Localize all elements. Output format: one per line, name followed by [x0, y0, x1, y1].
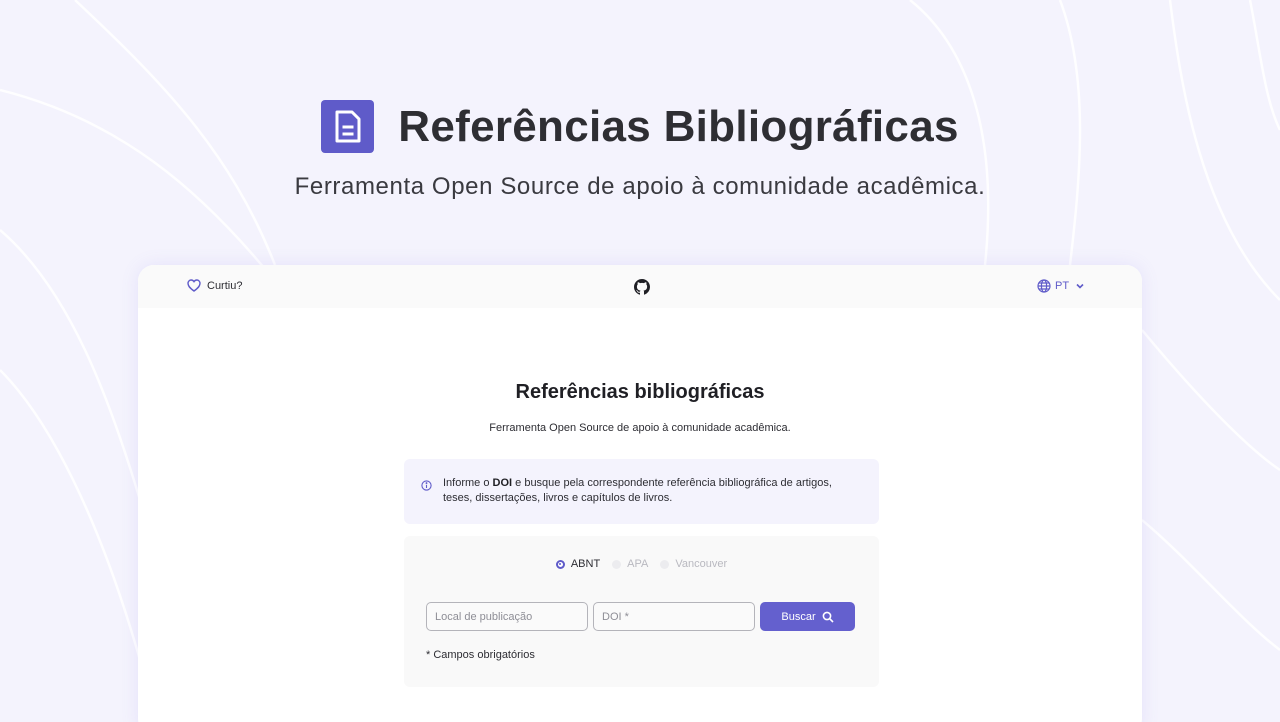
required-note: * Campos obrigatórios [426, 649, 535, 661]
search-form: ABNT APA Vancouver Buscar [404, 536, 879, 687]
radio-dot [660, 559, 670, 569]
page-title: Referências bibliográficas [515, 381, 765, 403]
search-icon [822, 611, 834, 623]
radio-label: Vancouver [675, 558, 728, 570]
info-circle-icon [421, 480, 432, 491]
doi-input[interactable] [593, 602, 755, 631]
radio-vancouver[interactable]: Vancouver [660, 558, 727, 570]
top-bar: Curtiu? PT [138, 265, 1142, 308]
search-button[interactable]: Buscar [760, 602, 855, 631]
publication-place-input[interactable] [426, 602, 588, 631]
language-selector[interactable]: PT [1037, 279, 1087, 293]
info-text-doi: DOI [492, 477, 513, 489]
github-icon [634, 279, 650, 295]
hero-subtitle: Ferramenta Open Source de apoio à comuni… [294, 173, 986, 200]
search-button-label: Buscar [781, 610, 816, 623]
info-text: Informe o DOI e busque pela corresponden… [443, 476, 859, 506]
app-window: Curtiu? PT Referências bibliográficas Fe… [138, 265, 1142, 722]
info-box: Informe o DOI e busque pela corresponden… [404, 459, 879, 524]
chevron-down-icon [1076, 283, 1084, 289]
page-subtitle: Ferramenta Open Source de apoio à comuni… [489, 422, 791, 434]
radio-dot [555, 559, 565, 569]
github-link[interactable] [634, 279, 650, 300]
document-icon [321, 100, 375, 153]
language-label: PT [1055, 280, 1070, 292]
style-radio-group: ABNT APA Vancouver [404, 558, 879, 570]
hero: Referências Bibliográficas Ferramenta Op… [0, 100, 1280, 201]
radio-label: APA [627, 558, 649, 570]
hero-title: Referências Bibliográficas [398, 101, 959, 151]
globe-icon [1037, 279, 1051, 293]
heart-icon [187, 279, 201, 292]
like-label: Curtiu? [207, 279, 243, 292]
radio-apa[interactable]: APA [612, 558, 648, 570]
like-button[interactable]: Curtiu? [187, 279, 242, 292]
radio-label: ABNT [570, 558, 601, 570]
info-text-before: Informe o [443, 477, 493, 489]
radio-abnt[interactable]: ABNT [555, 558, 601, 570]
hero-title-row: Referências Bibliográficas [321, 100, 958, 153]
radio-dot [612, 559, 622, 569]
